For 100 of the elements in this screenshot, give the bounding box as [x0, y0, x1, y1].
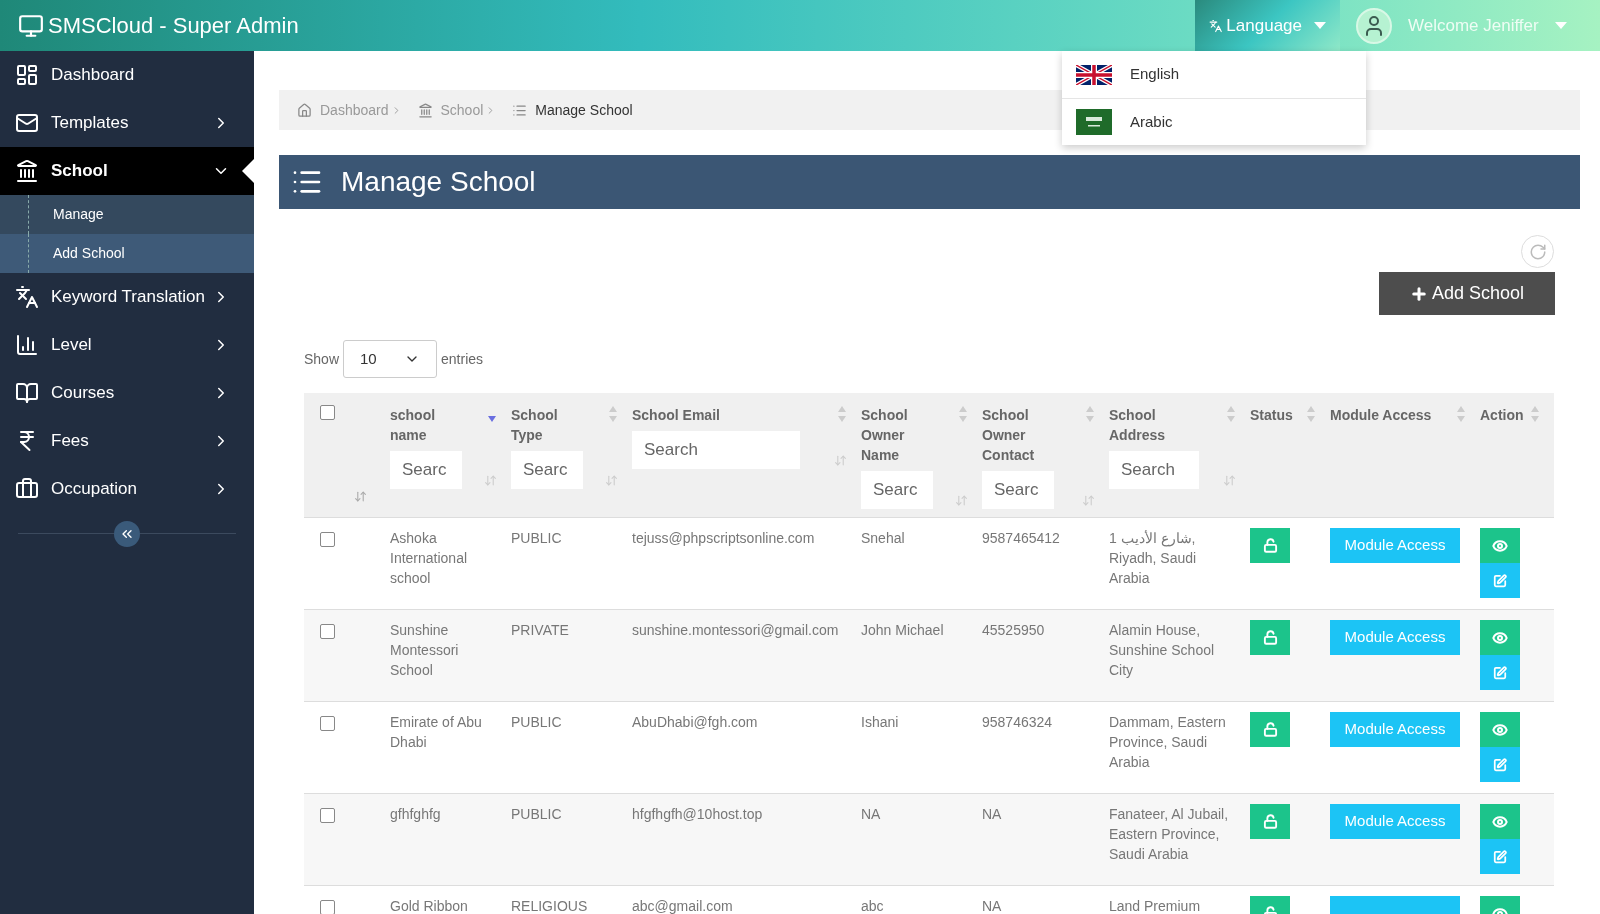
table-cell: Alamin House, Sunshine School City — [1109, 622, 1215, 678]
sidebar-item[interactable]: Level — [0, 321, 254, 369]
unlock-icon — [1262, 630, 1278, 645]
app-title: SMSCloud - Super Admin — [48, 12, 299, 40]
search-field[interactable]: Searc — [982, 471, 1054, 509]
unlock-button[interactable] — [1250, 804, 1290, 839]
entries-select[interactable]: 10 — [343, 340, 438, 378]
entries-label: entries — [441, 349, 484, 369]
sidebar-item[interactable]: Keyword Translation — [0, 273, 254, 321]
search-field[interactable]: Search — [632, 431, 800, 469]
table-cell: Ashoka International school — [390, 530, 468, 586]
eye-icon — [1492, 537, 1508, 554]
column-header[interactable]: School Owner Contact — [982, 405, 1052, 465]
table-cell: 958746324 — [982, 714, 1053, 730]
unlock-icon — [1262, 722, 1278, 737]
pointer-notch — [242, 159, 254, 183]
dashboard-icon — [15, 63, 39, 87]
eye-icon — [1492, 629, 1508, 646]
column-header[interactable]: School Type — [511, 405, 581, 445]
home-icon — [297, 102, 312, 118]
unlock-button[interactable] — [1250, 712, 1290, 747]
edit-button[interactable] — [1480, 655, 1520, 690]
edit-icon — [1493, 573, 1507, 588]
search-field[interactable]: Searc — [511, 451, 583, 489]
monitor-icon — [18, 12, 44, 39]
row-checkbox[interactable] — [320, 624, 335, 639]
caret-icon — [1314, 22, 1326, 29]
table-cell: Emirate of Abu Dhabi — [390, 714, 482, 750]
plus-icon — [1409, 284, 1428, 303]
language-option[interactable]: English — [1062, 51, 1366, 98]
search-field[interactable]: Searc — [390, 451, 462, 489]
edit-icon — [1493, 665, 1507, 680]
list-icon — [512, 102, 528, 118]
table-cell: AbuDhabi@fgh.com — [632, 714, 758, 730]
avatar-icon — [1356, 7, 1392, 44]
bank-icon — [417, 102, 433, 118]
table-cell: NA — [982, 898, 1002, 914]
language-option[interactable]: Arabic — [1062, 98, 1366, 145]
table-cell: Sunshine Montessori School — [390, 622, 459, 678]
sidebar-item[interactable]: Dashboard — [0, 51, 254, 99]
view-button[interactable] — [1480, 712, 1520, 747]
edit-icon — [1493, 849, 1507, 864]
column-header[interactable]: School Address — [1109, 405, 1179, 445]
row-checkbox[interactable] — [320, 716, 335, 731]
briefcase-icon — [15, 477, 39, 501]
unlock-button[interactable] — [1250, 528, 1290, 563]
edit-button[interactable] — [1480, 563, 1520, 598]
sidebar-item[interactable]: Occupation — [0, 465, 254, 513]
table-cell: PUBLIC — [511, 714, 562, 730]
table-cell: NA — [982, 806, 1002, 822]
bar-chart-icon — [15, 333, 39, 357]
column-header[interactable]: School Owner Name — [861, 405, 931, 465]
book-icon — [15, 381, 39, 405]
table-cell: RELIGIOUS — [511, 898, 588, 914]
table-cell: Fanateer, Al Jubail, Eastern Province, Saudi Arabia — [1109, 806, 1229, 862]
envelope-icon — [15, 111, 39, 135]
refresh-icon — [1528, 242, 1547, 261]
show-label: Show — [304, 349, 340, 369]
table-cell: abc — [861, 898, 884, 914]
column-header[interactable]: Module Access — [1330, 405, 1432, 425]
sidebar-item[interactable]: Courses — [0, 369, 254, 417]
translate-icon — [15, 285, 39, 309]
collapse-button[interactable] — [114, 521, 140, 547]
table-cell: Gold Ribbon — [390, 898, 468, 914]
add-school-button[interactable]: Add School — [1379, 272, 1555, 315]
column-header[interactable]: Action — [1480, 405, 1524, 425]
sidebar-item[interactable]: Fees — [0, 417, 254, 465]
edit-button[interactable] — [1480, 747, 1520, 782]
search-field[interactable]: Searc — [861, 471, 933, 509]
column-header[interactable]: school name — [390, 405, 460, 445]
unlock-icon — [1262, 814, 1278, 829]
unlock-button[interactable] — [1250, 620, 1290, 655]
table-cell: PUBLIC — [511, 530, 562, 546]
sidebar-item[interactable]: School — [0, 147, 254, 195]
table-cell: hfgfhgfh@10host.top — [632, 806, 763, 822]
table-cell: gfhfghfg — [390, 806, 441, 822]
row-checkbox[interactable] — [320, 532, 335, 547]
table-cell: tejuss@phpscriptsonline.com — [632, 530, 815, 546]
eye-icon — [1492, 813, 1508, 830]
view-button[interactable] — [1480, 804, 1520, 839]
row-checkbox[interactable] — [320, 900, 335, 914]
column-header[interactable]: Status — [1250, 405, 1293, 425]
view-button[interactable] — [1480, 528, 1520, 563]
table-cell: PUBLIC — [511, 806, 562, 822]
sort-icon[interactable] — [354, 490, 367, 503]
table-cell: Dammam, Eastern Province, Saudi Arabia — [1109, 714, 1226, 770]
select-all-checkbox[interactable] — [320, 405, 335, 420]
breadcrumb-link[interactable]: School — [440, 99, 484, 121]
row-checkbox[interactable] — [320, 808, 335, 823]
search-field[interactable]: Search — [1109, 451, 1199, 489]
table-cell: 9587465412 — [982, 530, 1060, 546]
table-cell: John Michael — [861, 622, 944, 638]
page-title: Manage School — [341, 165, 536, 199]
table-cell: Snehal — [861, 530, 905, 546]
view-button[interactable] — [1480, 620, 1520, 655]
edit-button[interactable] — [1480, 839, 1520, 874]
bank-icon — [15, 159, 39, 183]
column-header[interactable]: School Email — [632, 405, 720, 425]
sidebar-item[interactable]: Templates — [0, 99, 254, 147]
unlock-icon — [1262, 538, 1278, 553]
